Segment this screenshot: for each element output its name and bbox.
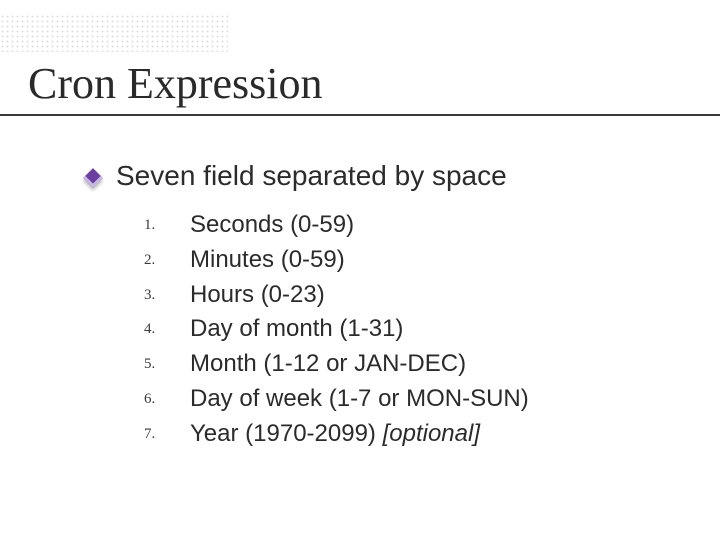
field-optional-suffix: [optional]	[383, 420, 480, 447]
list-item: Month (1-12 or JAN-DEC)	[144, 347, 680, 382]
diamond-bullet-icon	[83, 168, 103, 188]
field-text: Year (1970-2099)	[190, 420, 383, 447]
list-item: Hours (0-23)	[144, 278, 680, 313]
title-block: Cron Expression	[0, 60, 720, 116]
list-item: Year (1970-2099) [optional]	[144, 417, 680, 452]
lead-row: Seven field separated by space	[80, 160, 680, 192]
decorative-dots	[0, 14, 228, 52]
field-text: Minutes (0-59)	[190, 246, 345, 273]
slide: Cron Expression Seven field separated by…	[0, 0, 720, 540]
lead-text: Seven field separated by space	[116, 160, 507, 192]
field-text: Day of month (1-31)	[190, 315, 403, 342]
slide-body: Seven field separated by space Seconds (…	[80, 160, 680, 452]
field-text: Seconds (0-59)	[190, 211, 354, 238]
title-rule	[0, 114, 720, 116]
list-item: Day of month (1-31)	[144, 312, 680, 347]
field-text: Hours (0-23)	[190, 281, 325, 308]
fields-list: Seconds (0-59) Minutes (0-59) Hours (0-2…	[144, 208, 680, 452]
list-item: Seconds (0-59)	[144, 208, 680, 243]
list-item: Minutes (0-59)	[144, 243, 680, 278]
field-text: Month (1-12 or JAN-DEC)	[190, 350, 466, 377]
slide-title: Cron Expression	[28, 60, 720, 108]
list-item: Day of week (1-7 or MON-SUN)	[144, 382, 680, 417]
field-text: Day of week (1-7 or MON-SUN)	[190, 385, 529, 412]
